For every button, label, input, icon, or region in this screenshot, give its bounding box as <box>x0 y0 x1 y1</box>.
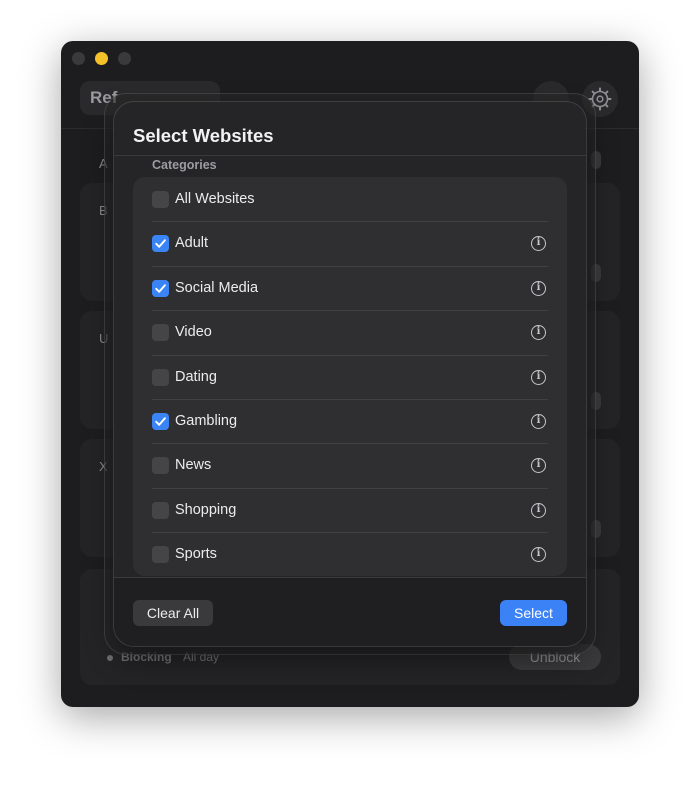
categories-section-label: Categories <box>152 158 217 172</box>
category-checkbox[interactable] <box>152 457 169 475</box>
info-circle-icon[interactable]: i <box>531 547 546 563</box>
category-label: Sports <box>175 546 217 563</box>
row-divider <box>152 354 548 356</box>
category-row[interactable]: Video i <box>133 310 567 354</box>
category-row[interactable]: Dating i <box>133 354 567 399</box>
checkmark-icon <box>155 284 166 293</box>
category-row[interactable]: Adult i <box>133 221 567 265</box>
info-circle-icon[interactable]: i <box>531 236 546 252</box>
header-divider <box>114 155 586 156</box>
row-divider <box>152 399 548 400</box>
category-label: Gambling <box>175 413 238 429</box>
category-checkbox[interactable] <box>152 546 169 564</box>
info-circle-icon[interactable]: i <box>531 414 546 429</box>
zoom-window-button[interactable] <box>118 52 131 65</box>
checkmark-icon <box>155 239 166 249</box>
category-checkbox[interactable] <box>152 324 169 342</box>
category-label: Shopping <box>175 501 237 518</box>
category-row[interactable]: Sports i <box>133 532 567 576</box>
clear-all-button[interactable]: Clear All <box>133 600 213 626</box>
row-divider <box>152 221 548 223</box>
category-label: News <box>175 457 212 474</box>
category-label: Social Media <box>175 279 259 296</box>
row-divider <box>152 532 548 534</box>
info-circle-icon[interactable]: i <box>531 502 546 518</box>
row-divider <box>152 443 548 445</box>
dialog-title: Select Websites <box>133 125 274 146</box>
minimize-window-button[interactable] <box>95 52 108 65</box>
select-label: Select <box>514 605 553 621</box>
info-circle-icon[interactable]: i <box>531 325 546 341</box>
close-window-button[interactable] <box>72 52 85 65</box>
dialog-footer: Clear All Select <box>114 578 586 646</box>
category-row[interactable]: Shopping i <box>133 487 567 532</box>
category-row[interactable]: All Websites <box>133 177 567 221</box>
category-row[interactable]: Social Media i <box>133 265 567 310</box>
category-label: Dating <box>175 368 217 385</box>
category-row[interactable]: News i <box>133 443 567 487</box>
category-list: All Websites Adult i Social Media i Video i Dat… <box>133 177 567 576</box>
info-circle-icon[interactable]: i <box>531 369 546 385</box>
status-dot-icon <box>107 654 113 661</box>
info-circle-icon[interactable]: i <box>531 458 546 474</box>
row-divider <box>152 265 548 267</box>
category-checkbox[interactable] <box>152 413 169 430</box>
category-label: Video <box>175 324 212 341</box>
select-websites-dialog: Select Websites Categories All Websites A… <box>114 102 586 646</box>
row-divider <box>152 487 548 489</box>
row-divider <box>152 310 548 312</box>
info-circle-icon[interactable]: i <box>531 280 546 296</box>
select-button[interactable]: Select <box>500 600 567 626</box>
category-checkbox[interactable] <box>152 501 169 519</box>
clear-all-label: Clear All <box>146 605 200 621</box>
category-label: Adult <box>175 235 209 252</box>
category-label: All Websites <box>175 191 255 207</box>
category-row[interactable]: Gambling i <box>133 399 567 443</box>
checkmark-icon <box>155 417 166 426</box>
category-checkbox[interactable] <box>152 368 169 386</box>
category-checkbox[interactable] <box>152 279 169 297</box>
category-checkbox[interactable] <box>152 235 169 253</box>
category-checkbox[interactable] <box>152 191 169 208</box>
